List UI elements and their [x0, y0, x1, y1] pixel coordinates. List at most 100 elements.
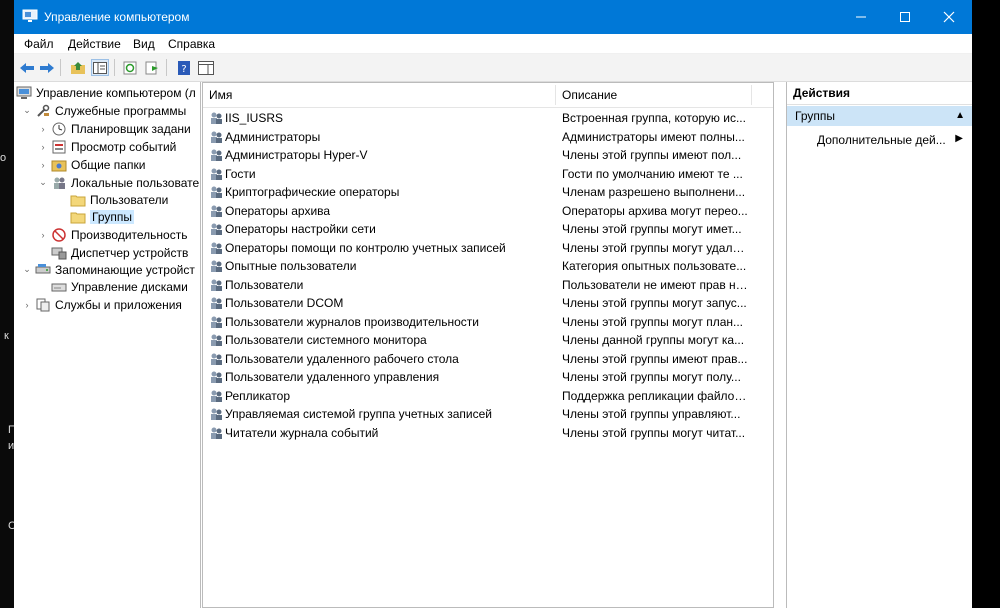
tree-item-label: Пользователи: [90, 192, 169, 207]
tree-item-shared-folders[interactable]: › Общие папки: [38, 156, 146, 173]
column-header-name[interactable]: Имя: [203, 83, 232, 107]
refresh-icon: [123, 61, 137, 74]
tree-item-label: Диспетчер устройств: [71, 245, 189, 260]
desktop-text: к: [4, 330, 9, 342]
menu-view[interactable]: Вид: [133, 37, 155, 51]
tree-item-users[interactable]: Пользователи: [70, 191, 168, 208]
table-row[interactable]: Гости Гости по умолчанию имеют те ...: [203, 165, 773, 183]
up-folder-button[interactable]: [69, 59, 87, 76]
group-name: Опытные пользователи: [225, 259, 357, 273]
collapsed-arrow-icon[interactable]: ›: [38, 142, 48, 152]
minimize-button[interactable]: [838, 0, 884, 34]
expanded-arrow-icon[interactable]: ⌄: [22, 264, 32, 275]
group-name: IIS_IUSRS: [225, 111, 284, 125]
tree-item-storage[interactable]: ⌄ Запоминающие устройст: [22, 261, 195, 278]
show-actions-pane-button[interactable]: [197, 59, 215, 76]
table-row[interactable]: Администраторы Hyper-V Члены этой группы …: [203, 146, 773, 164]
title-bar[interactable]: Управление компьютером: [14, 0, 972, 34]
table-row[interactable]: Операторы помощи по контролю учетных зап…: [203, 239, 773, 257]
table-row[interactable]: Криптографические операторы Членам разреш…: [203, 183, 773, 201]
menu-action[interactable]: Действие: [68, 37, 121, 51]
tree-item-event-viewer[interactable]: › Просмотр событий: [38, 138, 177, 155]
actions-group-groups[interactable]: Группы ▲: [787, 106, 972, 126]
collapsed-arrow-icon[interactable]: ›: [22, 300, 32, 310]
storage-icon: [35, 263, 51, 273]
column-divider[interactable]: [751, 85, 752, 105]
column-header-description[interactable]: Описание: [556, 83, 617, 107]
close-button[interactable]: [926, 0, 972, 34]
group-name: Репликатор: [225, 388, 290, 403]
table-row[interactable]: Пользователи удаленного рабочего стола Чл…: [203, 350, 773, 368]
tree-item-disk-management[interactable]: Управление дисками: [51, 278, 188, 295]
clock-icon: [52, 122, 66, 135]
event-viewer-icon: [52, 140, 66, 153]
more-actions-label: Дополнительные дей...: [817, 133, 946, 147]
group-name: Пользователи DCOM: [225, 296, 344, 310]
collapsed-arrow-icon[interactable]: ›: [38, 230, 48, 240]
group-icon: [211, 408, 222, 420]
tree-item-system-tools[interactable]: ⌄ Служебные программы: [22, 102, 186, 119]
maximize-button[interactable]: [882, 0, 928, 34]
help-button[interactable]: ?: [175, 59, 193, 76]
close-icon: [943, 11, 955, 23]
tree-root[interactable]: Управление компьютером (л: [16, 84, 196, 101]
group-name: Операторы помощи по контролю учетных зап…: [225, 240, 506, 255]
group-description: Члены данной группы могут ка...: [562, 333, 745, 347]
tree-item-performance[interactable]: › Производительность: [38, 226, 188, 243]
actions-group-label: Группы: [795, 109, 835, 123]
back-button[interactable]: [18, 59, 36, 76]
group-name: Администраторы Hyper-V: [225, 148, 368, 162]
group-description: Гости по умолчанию имеют те ...: [562, 166, 743, 181]
group-name: Пользователи системного монитора: [225, 333, 427, 347]
export-list-button[interactable]: [144, 59, 162, 76]
collapse-arrow-icon[interactable]: ▲: [955, 106, 965, 126]
tree-item-task-scheduler[interactable]: › Планировщик задани: [38, 120, 191, 137]
table-row[interactable]: Операторы настройки сети Члены этой групп…: [203, 220, 773, 238]
table-row[interactable]: Репликатор Поддержка репликации файлов...: [203, 387, 773, 405]
tree-item-groups[interactable]: Группы: [70, 208, 134, 225]
table-row[interactable]: Пользователи Пользователи не имеют прав н…: [203, 276, 773, 294]
tree-item-label: Запоминающие устройст: [55, 262, 195, 277]
minimize-icon: [856, 16, 866, 18]
collapsed-arrow-icon[interactable]: ›: [38, 160, 48, 170]
expanded-arrow-icon[interactable]: ⌄: [22, 105, 32, 116]
list-header: Имя Описание: [203, 83, 773, 108]
actions-pane-icon: [198, 60, 214, 75]
tree-item-label: Управление дисками: [71, 279, 188, 294]
table-row[interactable]: Пользователи удаленного управления Члены …: [203, 368, 773, 386]
shared-folder-icon: [51, 160, 67, 171]
show-hide-tree-button[interactable]: [91, 59, 109, 76]
collapsed-arrow-icon[interactable]: ›: [38, 124, 48, 134]
menu-help[interactable]: Справка: [168, 37, 215, 51]
table-row[interactable]: Операторы архива Операторы архива могут п…: [203, 202, 773, 220]
arrow-right-icon: [40, 62, 54, 73]
users-icon: [54, 177, 65, 189]
tree-item-device-manager[interactable]: Диспетчер устройств: [51, 244, 188, 261]
menu-bar: Файл Действие Вид Справка: [14, 34, 972, 54]
tree-item-local-users[interactable]: ⌄ Локальные пользовате: [38, 174, 199, 191]
table-row[interactable]: IIS_IUSRS Встроенная группа, которую ис..…: [203, 109, 773, 127]
refresh-button[interactable]: [122, 59, 140, 76]
group-description: Категория опытных пользовате...: [562, 259, 747, 273]
group-icon: [211, 353, 222, 365]
forward-button[interactable]: [38, 59, 56, 76]
more-actions-item[interactable]: Дополнительные дей... ▶: [817, 133, 963, 147]
group-description: Члены этой группы имеют пол...: [562, 148, 742, 162]
menu-file[interactable]: Файл: [24, 37, 54, 51]
table-row[interactable]: Читатели журнала событий Члены этой групп…: [203, 424, 773, 442]
table-row[interactable]: Пользователи журналов производительности…: [203, 313, 773, 331]
group-icon: [211, 149, 222, 161]
table-row[interactable]: Опытные пользователи Категория опытных по…: [203, 257, 773, 275]
table-row[interactable]: Пользователи DCOM Члены этой группы могут…: [203, 294, 773, 312]
tools-icon: [37, 104, 50, 117]
group-name: Читатели журнала событий: [225, 425, 379, 440]
group-description: Члены этой группы могут полу...: [562, 370, 741, 384]
window-title: Управление компьютером: [44, 10, 190, 24]
tree-item-services-apps[interactable]: › Службы и приложения: [22, 296, 182, 313]
table-row[interactable]: Администраторы Администраторы имеют полны…: [203, 128, 773, 146]
table-row[interactable]: Пользователи системного монитора Члены да…: [203, 331, 773, 349]
group-icon: [211, 205, 222, 217]
expanded-arrow-icon[interactable]: ⌄: [38, 177, 48, 188]
table-row[interactable]: Управляемая системой группа учетных запи…: [203, 405, 773, 423]
group-description: Члены этой группы могут запус...: [562, 296, 747, 310]
